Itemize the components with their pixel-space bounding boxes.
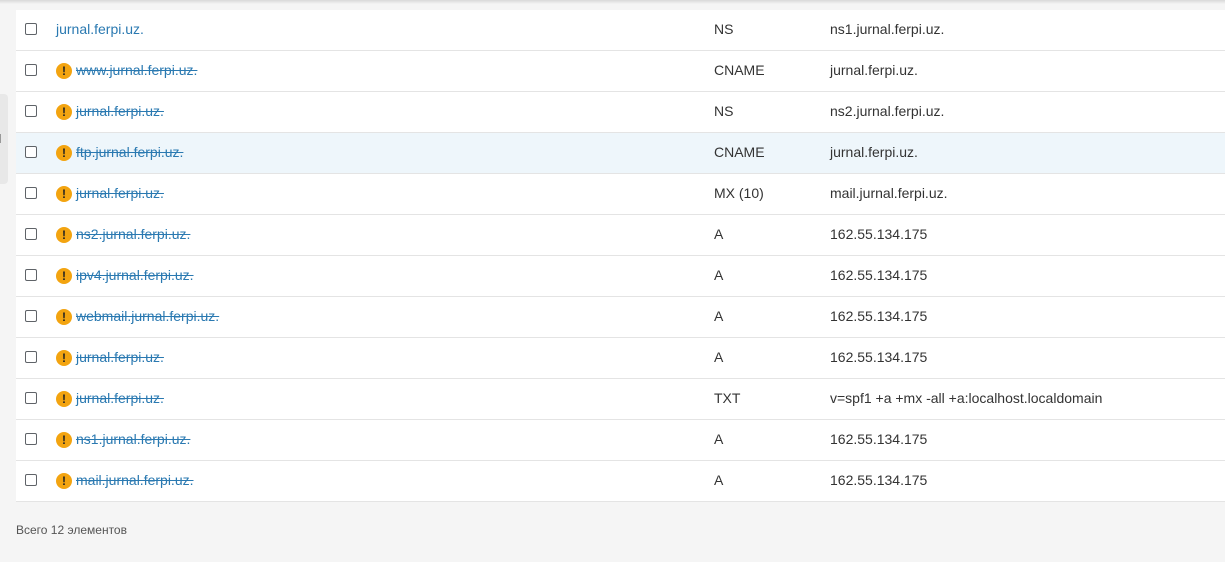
dns-records-table: jurnal.ferpi.uz. NS ns1.jurnal.ferpi.uz.… bbox=[16, 10, 1225, 502]
host-link[interactable]: ftp.jurnal.ferpi.uz. bbox=[76, 144, 183, 160]
warning-icon: ! bbox=[56, 473, 72, 489]
warning-icon: ! bbox=[56, 350, 72, 366]
record-type: NS bbox=[714, 21, 734, 37]
top-shadow bbox=[0, 0, 1225, 4]
record-type: TXT bbox=[714, 390, 741, 406]
row-checkbox[interactable] bbox=[25, 351, 37, 363]
table-row: ! mail.jurnal.ferpi.uz. A 162.55.134.175 bbox=[16, 461, 1225, 502]
record-value: ns2.jurnal.ferpi.uz. bbox=[830, 103, 945, 119]
host-link[interactable]: mail.jurnal.ferpi.uz. bbox=[76, 472, 194, 488]
row-checkbox[interactable] bbox=[25, 433, 37, 445]
record-type: A bbox=[714, 472, 724, 488]
row-checkbox[interactable] bbox=[25, 187, 37, 199]
total-count-label: Всего 12 элементов bbox=[16, 523, 127, 537]
table-row: ! jurnal.ferpi.uz. NS ns2.jurnal.ferpi.u… bbox=[16, 92, 1225, 133]
record-value: 162.55.134.175 bbox=[830, 349, 928, 365]
host-link[interactable]: jurnal.ferpi.uz. bbox=[56, 21, 144, 37]
table-row: ! jurnal.ferpi.uz. A 162.55.134.175 bbox=[16, 338, 1225, 379]
record-value: ns1.jurnal.ferpi.uz. bbox=[830, 21, 945, 37]
record-value: 162.55.134.175 bbox=[830, 308, 928, 324]
record-type: CNAME bbox=[714, 62, 765, 78]
warning-icon: ! bbox=[56, 63, 72, 79]
warning-icon: ! bbox=[56, 227, 72, 243]
host-link[interactable]: jurnal.ferpi.uz. bbox=[76, 390, 164, 406]
record-value: 162.55.134.175 bbox=[830, 226, 928, 242]
row-checkbox[interactable] bbox=[25, 105, 37, 117]
row-checkbox[interactable] bbox=[25, 23, 37, 35]
warning-icon: ! bbox=[56, 309, 72, 325]
sidebar-collapse-handle[interactable] bbox=[0, 94, 8, 184]
record-value: 162.55.134.175 bbox=[830, 472, 928, 488]
host-link[interactable]: ns2.jurnal.ferpi.uz. bbox=[76, 226, 190, 242]
table-row: ! www.jurnal.ferpi.uz. CNAME jurnal.ferp… bbox=[16, 51, 1225, 92]
record-value: v=spf1 +a +mx -all +a:localhost.localdom… bbox=[830, 390, 1103, 406]
record-type: CNAME bbox=[714, 144, 765, 160]
row-checkbox[interactable] bbox=[25, 269, 37, 281]
host-link[interactable]: www.jurnal.ferpi.uz. bbox=[76, 62, 197, 78]
table-row: ! jurnal.ferpi.uz. TXT v=spf1 +a +mx -al… bbox=[16, 379, 1225, 420]
record-type: A bbox=[714, 267, 724, 283]
warning-icon: ! bbox=[56, 391, 72, 407]
record-value: mail.jurnal.ferpi.uz. bbox=[830, 185, 948, 201]
host-link[interactable]: ipv4.jurnal.ferpi.uz. bbox=[76, 267, 194, 283]
record-type: MX (10) bbox=[714, 185, 764, 201]
host-link[interactable]: jurnal.ferpi.uz. bbox=[76, 349, 164, 365]
row-checkbox[interactable] bbox=[25, 146, 37, 158]
record-value: 162.55.134.175 bbox=[830, 267, 928, 283]
row-checkbox[interactable] bbox=[25, 474, 37, 486]
row-checkbox[interactable] bbox=[25, 64, 37, 76]
warning-icon: ! bbox=[56, 186, 72, 202]
host-link[interactable]: ns1.jurnal.ferpi.uz. bbox=[76, 431, 190, 447]
record-value: jurnal.ferpi.uz. bbox=[830, 62, 918, 78]
warning-icon: ! bbox=[56, 432, 72, 448]
record-type: NS bbox=[714, 103, 734, 119]
table-row: ! jurnal.ferpi.uz. MX (10) mail.jurnal.f… bbox=[16, 174, 1225, 215]
record-type: A bbox=[714, 308, 724, 324]
table-row: ! webmail.jurnal.ferpi.uz. A 162.55.134.… bbox=[16, 297, 1225, 338]
row-checkbox[interactable] bbox=[25, 392, 37, 404]
table-row: ! ftp.jurnal.ferpi.uz. CNAME jurnal.ferp… bbox=[16, 133, 1225, 174]
row-checkbox[interactable] bbox=[25, 228, 37, 240]
record-type: A bbox=[714, 431, 724, 447]
table-row: ! ipv4.jurnal.ferpi.uz. A 162.55.134.175 bbox=[16, 256, 1225, 297]
record-value: jurnal.ferpi.uz. bbox=[830, 144, 918, 160]
record-type: A bbox=[714, 226, 724, 242]
record-value: 162.55.134.175 bbox=[830, 431, 928, 447]
dns-records-page: jurnal.ferpi.uz. NS ns1.jurnal.ferpi.uz.… bbox=[0, 0, 1225, 562]
warning-icon: ! bbox=[56, 145, 72, 161]
host-link[interactable]: jurnal.ferpi.uz. bbox=[76, 185, 164, 201]
row-checkbox[interactable] bbox=[25, 310, 37, 322]
record-type: A bbox=[714, 349, 724, 365]
host-link[interactable]: webmail.jurnal.ferpi.uz. bbox=[76, 308, 219, 324]
warning-icon: ! bbox=[56, 268, 72, 284]
warning-icon: ! bbox=[56, 104, 72, 120]
table-row: ! ns2.jurnal.ferpi.uz. A 162.55.134.175 bbox=[16, 215, 1225, 256]
host-link[interactable]: jurnal.ferpi.uz. bbox=[76, 103, 164, 119]
table-row: ! ns1.jurnal.ferpi.uz. A 162.55.134.175 bbox=[16, 420, 1225, 461]
table-row: jurnal.ferpi.uz. NS ns1.jurnal.ferpi.uz. bbox=[16, 10, 1225, 51]
